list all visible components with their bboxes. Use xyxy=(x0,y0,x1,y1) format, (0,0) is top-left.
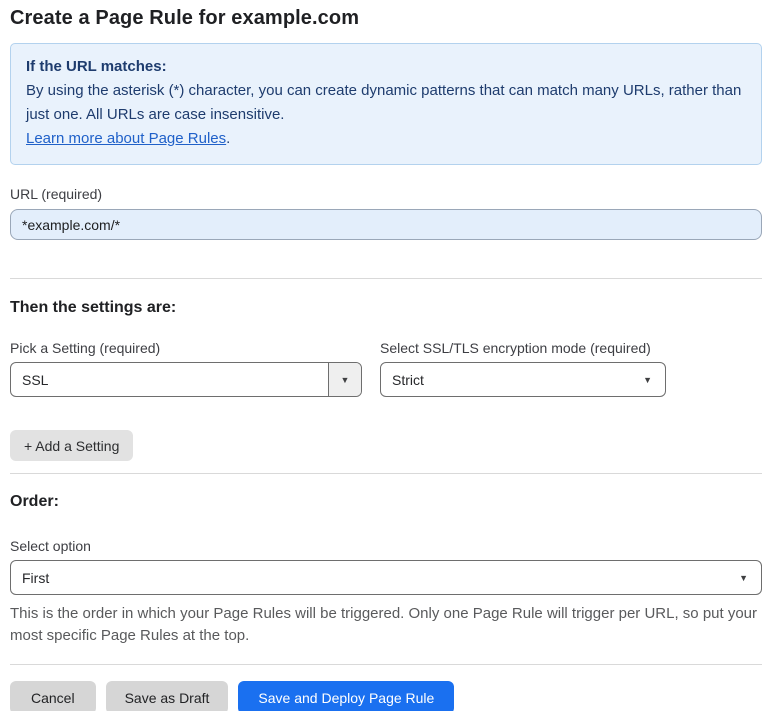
setting-select[interactable]: SSL ▼ xyxy=(10,362,362,397)
add-setting-button[interactable]: + Add a Setting xyxy=(10,430,134,461)
order-select[interactable]: First ▼ xyxy=(10,560,762,595)
section-divider xyxy=(10,278,762,279)
link-period: . xyxy=(226,130,231,147)
url-match-info-box: If the URL matches: By using the asteris… xyxy=(10,43,762,165)
order-section-heading: Order: xyxy=(10,493,59,510)
footer-divider xyxy=(10,664,762,665)
info-box-link-line: Learn more about Page Rules. xyxy=(26,127,746,151)
info-box-heading: If the URL matches: xyxy=(26,58,167,75)
settings-section-heading: Then the settings are: xyxy=(10,299,177,316)
order-select-value: First xyxy=(22,569,50,586)
footer-actions: Cancel Save as Draft Save and Deploy Pag… xyxy=(10,681,762,711)
ssl-mode-select-value: Strict xyxy=(392,371,424,388)
setting-picker-column: Pick a Setting (required) SSL ▼ xyxy=(10,340,362,397)
chevron-down-icon: ▼ xyxy=(643,374,652,385)
info-box-body: By using the asterisk (*) character, you… xyxy=(26,82,742,123)
save-draft-button[interactable]: Save as Draft xyxy=(105,681,229,711)
setting-select-value: SSL xyxy=(22,371,49,388)
cancel-button[interactable]: Cancel xyxy=(10,681,96,711)
order-help-text: This is the order in which your Page Rul… xyxy=(10,605,758,644)
url-field-label: URL (required) xyxy=(10,186,103,202)
setting-picker-label: Pick a Setting (required) xyxy=(10,340,161,356)
ssl-mode-column: Select SSL/TLS encryption mode (required… xyxy=(380,340,666,397)
save-deploy-button[interactable]: Save and Deploy Page Rule xyxy=(238,681,455,711)
order-select-label: Select option xyxy=(10,538,91,554)
chevron-down-icon[interactable]: ▼ xyxy=(328,363,361,396)
section-divider xyxy=(10,473,762,474)
settings-row: Pick a Setting (required) SSL ▼ Select S… xyxy=(10,340,762,397)
page-rule-form: Create a Page Rule for example.com If th… xyxy=(0,7,772,711)
url-input[interactable] xyxy=(10,209,762,240)
page-title: Create a Page Rule for example.com xyxy=(10,7,360,29)
ssl-mode-label: Select SSL/TLS encryption mode (required… xyxy=(380,340,651,356)
chevron-down-icon: ▼ xyxy=(739,572,748,583)
ssl-mode-select[interactable]: Strict ▼ xyxy=(380,362,666,397)
learn-more-link[interactable]: Learn more about Page Rules xyxy=(26,130,226,147)
